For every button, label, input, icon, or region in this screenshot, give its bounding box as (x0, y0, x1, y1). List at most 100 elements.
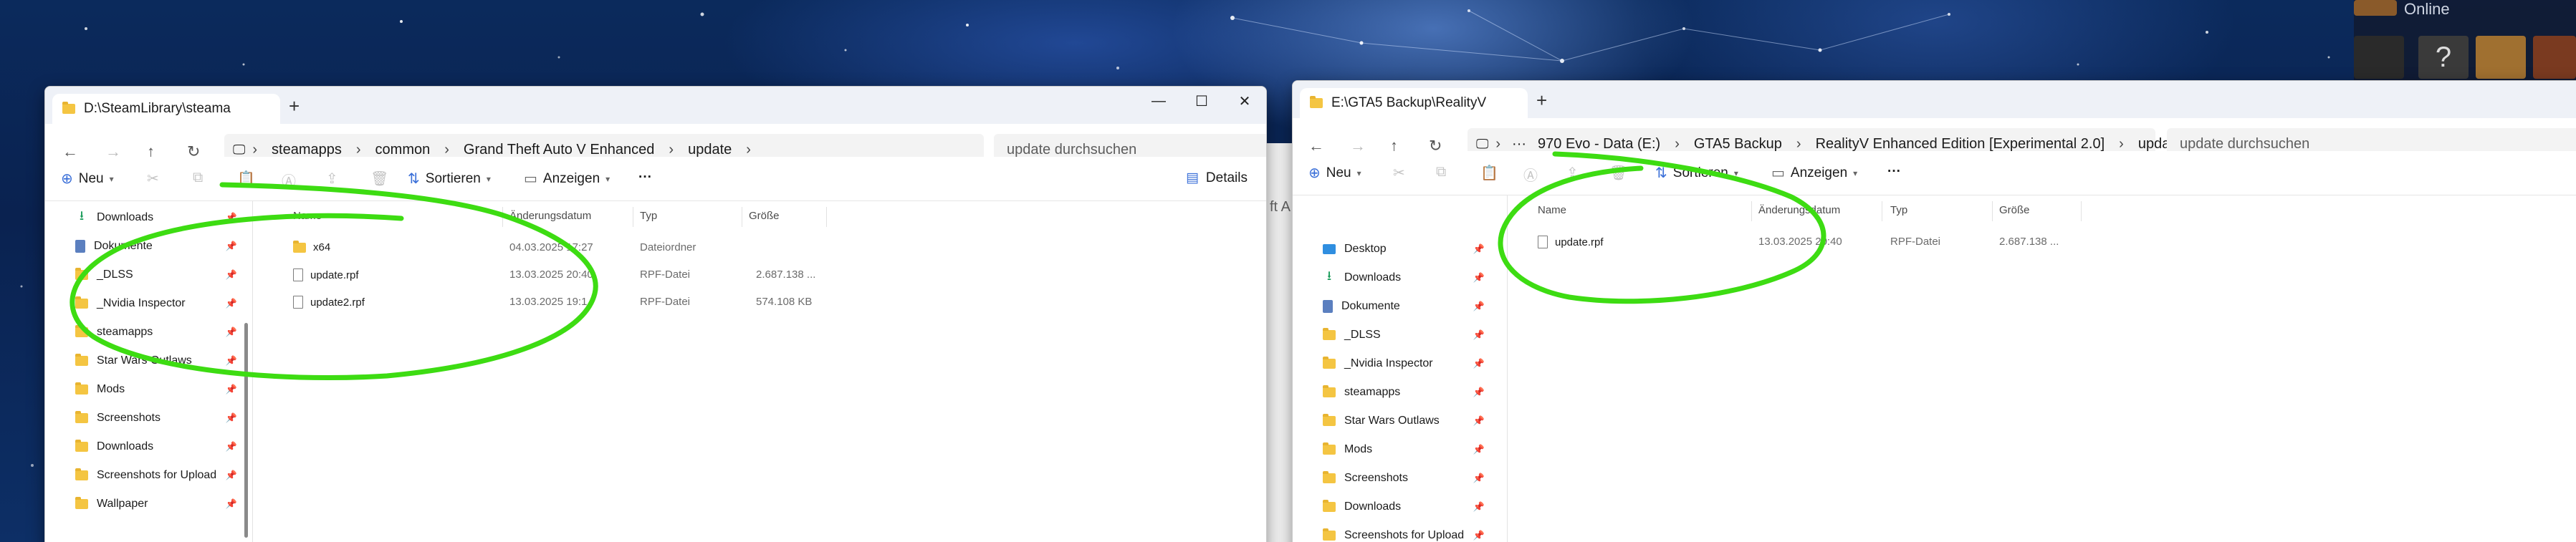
cut-button[interactable]: ✂ (147, 170, 159, 188)
new-button-label: Neu (1326, 165, 1351, 180)
sidebar-item-downloads[interactable]: ⭳ Downloads 📌 (1323, 267, 1495, 289)
column-header-type[interactable]: Typ (1890, 204, 1907, 216)
new-button[interactable]: ⊕ Neu ▾ (1308, 164, 1361, 182)
explorer-tab[interactable]: D:\SteamLibrary\steama (52, 94, 280, 124)
sidebar-item-screenshots[interactable]: Screenshots 📌 (1323, 468, 1495, 489)
overflow-icon[interactable]: ··· (1508, 136, 1531, 153)
copy-button[interactable]: ⧉ (1436, 164, 1446, 180)
column-header-name[interactable]: Name (1538, 204, 1566, 216)
table-row[interactable]: x64 04.03.2025 17:27 Dateiordner (253, 236, 1266, 260)
column-header-date[interactable]: Änderungsdatum (1758, 204, 1840, 216)
column-header-type[interactable]: Typ (640, 210, 657, 222)
sidebar-item-steamapps[interactable]: steamapps 📌 (1323, 382, 1495, 403)
date-cell: 13.03.2025 19:1 (509, 296, 588, 308)
help-icon[interactable]: ? (2418, 36, 2469, 79)
share-button[interactable]: ⇪ (1566, 164, 1579, 182)
rename-button[interactable]: Ⓐ (1523, 164, 1538, 185)
share-button[interactable]: ⇪ (326, 170, 338, 188)
delete-button[interactable]: 🗑 (370, 170, 388, 188)
sidebar-item-star-wars-outlaws[interactable]: Star Wars Outlaws 📌 (1323, 410, 1495, 432)
delete-button[interactable]: 🗑 (1609, 164, 1627, 182)
sidebar-item-documents[interactable]: Dokumente 📌 (75, 236, 247, 257)
title-bar[interactable]: E:\GTA5 Backup\RealityV + (1293, 81, 2576, 118)
breadcrumb-item[interactable]: 970 Evo - Data (E:) (1531, 136, 1667, 153)
breadcrumb-item[interactable]: common (368, 142, 438, 158)
type-cell: RPF-Datei (640, 296, 691, 308)
breadcrumb-item[interactable]: steamapps (264, 142, 349, 158)
breadcrumb-item[interactable]: GTA5 Backup (1687, 136, 1789, 153)
column-divider[interactable] (1751, 201, 1752, 221)
desktop-icon (1323, 244, 1336, 254)
column-header-size[interactable]: Größe (1999, 204, 2030, 216)
sidebar-item-steamapps[interactable]: steamapps 📌 (75, 321, 247, 343)
more-options-button[interactable]: ··· (638, 170, 652, 185)
sidebar-item-star-wars-outlaws[interactable]: Star Wars Outlaws 📌 (75, 350, 247, 372)
explorer-window-left[interactable]: D:\SteamLibrary\steama + — ☐ ✕ ← → ↑ ↻ 🖵… (44, 86, 1267, 542)
column-divider[interactable] (502, 207, 503, 227)
table-row[interactable]: update2.rpf 13.03.2025 19:1 RPF-Datei 57… (253, 290, 1266, 314)
paste-button[interactable]: 📋 (1480, 164, 1498, 182)
folder-icon (1323, 385, 1336, 397)
sidebar-item-downloads-folder[interactable]: Downloads 📌 (1323, 496, 1495, 518)
breadcrumb-item[interactable]: update (681, 142, 739, 158)
column-divider[interactable] (826, 207, 827, 227)
breadcrumb-item[interactable]: RealityV Enhanced Edition [Experimental … (1809, 136, 2112, 153)
column-header-name[interactable]: Name (293, 210, 322, 222)
folder-icon (1323, 471, 1336, 483)
column-header-size[interactable]: Größe (749, 210, 780, 222)
sidebar-item-wallpaper[interactable]: Wallpaper 📌 (75, 493, 247, 515)
sort-button-label: Sortieren (1672, 165, 1728, 180)
sidebar-item-nvidia-inspector[interactable]: _Nvidia Inspector 📌 (1323, 353, 1495, 374)
explorer-tab[interactable]: E:\GTA5 Backup\RealityV (1300, 88, 1528, 118)
details-button[interactable]: ▤ Details (1186, 170, 1248, 186)
app-thumbnail[interactable] (2533, 36, 2576, 79)
sidebar-item-nvidia-inspector[interactable]: _Nvidia Inspector 📌 (75, 293, 247, 314)
view-button[interactable]: ▭ Anzeigen ▾ (1771, 164, 1857, 182)
sidebar-item-downloads-folder[interactable]: Downloads 📌 (75, 436, 247, 458)
new-button[interactable]: ⊕ Neu ▾ (61, 170, 114, 188)
close-button[interactable]: ✕ (1223, 87, 1266, 115)
more-options-button[interactable]: ··· (1887, 164, 1901, 180)
sidebar-item-screenshots-for-upload[interactable]: Screenshots for Upload 📌 (75, 465, 247, 486)
rename-button[interactable]: Ⓐ (282, 170, 296, 190)
app-thumbnail[interactable] (2354, 0, 2397, 16)
table-row[interactable]: update.rpf 13.03.2025 20:40 RPF-Datei 2.… (1508, 230, 2576, 254)
column-divider[interactable] (1992, 201, 1993, 221)
sidebar-item-screenshots[interactable]: Screenshots 📌 (75, 407, 247, 429)
column-header-date[interactable]: Änderungsdatum (509, 210, 591, 222)
minimize-button[interactable]: — (1137, 87, 1180, 115)
sidebar-item-dlss[interactable]: _DLSS 📌 (1323, 324, 1495, 346)
pin-icon: 📌 (1473, 243, 1485, 254)
new-tab-button[interactable]: + (289, 97, 300, 115)
new-tab-button[interactable]: + (1536, 91, 1547, 110)
pin-icon: 📌 (225, 326, 237, 337)
sidebar-item-dlss[interactable]: _DLSS 📌 (75, 264, 247, 286)
sidebar-item-mods[interactable]: Mods 📌 (75, 379, 247, 400)
sidebar-item-screenshots-for-upload[interactable]: Screenshots for Upload 📌 (1323, 525, 1495, 542)
sidebar-item-downloads[interactable]: ⭳ Downloads 📌 (75, 207, 247, 228)
explorer-window-right[interactable]: E:\GTA5 Backup\RealityV + ← → ↑ ↻ 🖵 › ··… (1292, 80, 2576, 542)
paste-button[interactable]: 📋 (237, 170, 255, 188)
trash-icon: 🗑 (1609, 165, 1628, 181)
sidebar-item-mods[interactable]: Mods 📌 (1323, 439, 1495, 460)
sidebar-item-documents[interactable]: Dokumente 📌 (1323, 296, 1495, 317)
app-thumbnail[interactable] (2354, 36, 2404, 79)
copy-button[interactable]: ⧉ (193, 170, 203, 186)
sidebar-item-label: Dokumente (1341, 300, 1400, 312)
sidebar-item-desktop[interactable]: Desktop 📌 (1323, 238, 1495, 260)
view-button[interactable]: ▭ Anzeigen ▾ (524, 170, 610, 188)
plus-icon: ⊕ (61, 171, 73, 187)
cut-button[interactable]: ✂ (1393, 164, 1405, 182)
title-bar[interactable]: D:\SteamLibrary\steama + — ☐ ✕ (45, 87, 1266, 124)
breadcrumb-item[interactable]: Grand Theft Auto V Enhanced (456, 142, 661, 158)
file-list: Name Änderungsdatum Typ Größe update.rpf… (1508, 195, 2576, 542)
table-row[interactable]: update.rpf 13.03.2025 20:40 RPF-Datei 2.… (253, 263, 1266, 287)
pin-icon: 📌 (225, 269, 237, 280)
app-thumbnail[interactable] (2476, 36, 2526, 79)
column-divider[interactable] (2081, 201, 2082, 221)
copy-icon: ⧉ (1436, 164, 1447, 180)
sort-button[interactable]: ⇅ Sortieren ▾ (1655, 164, 1738, 182)
chevron-right-icon[interactable]: › (739, 142, 758, 158)
maximize-button[interactable]: ☐ (1180, 87, 1223, 115)
sort-button[interactable]: ⇅ Sortieren ▾ (408, 170, 491, 188)
